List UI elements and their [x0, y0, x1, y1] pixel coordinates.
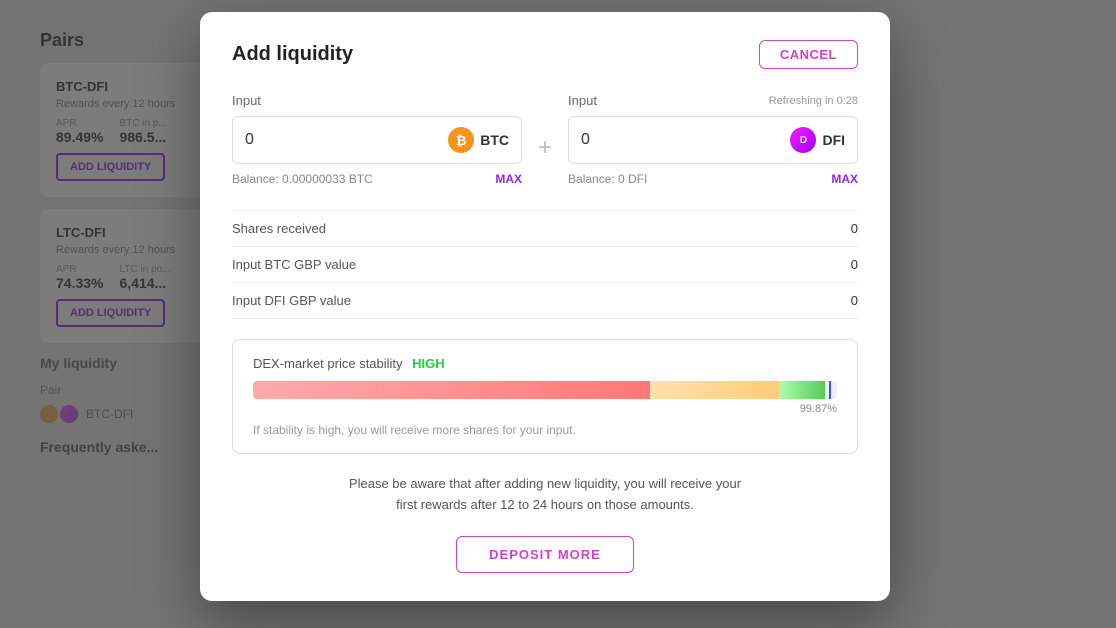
dfi-input-value[interactable]: 0 [581, 131, 590, 149]
dfi-token-label: DFI [822, 132, 845, 148]
stat-shares-label: Shares received [232, 221, 326, 236]
progress-yellow-segment [650, 381, 778, 399]
progress-red-segment [253, 381, 650, 399]
btc-balance-row: Balance: 0.00000033 BTC MAX [232, 172, 522, 186]
btc-token-badge: ₿ BTC [448, 127, 509, 153]
dfi-max-button[interactable]: MAX [831, 172, 858, 186]
stat-dfi-gbp-value: 0 [851, 293, 858, 308]
dfi-balance-label: Balance: 0 DFI [568, 172, 647, 186]
stat-shares-value: 0 [851, 221, 858, 236]
btc-token-label: BTC [480, 132, 509, 148]
dfi-balance-row: Balance: 0 DFI MAX [568, 172, 858, 186]
notice-text: Please be aware that after adding new li… [232, 474, 858, 516]
dfi-input-label: Input [568, 93, 597, 108]
stat-btc-gbp-label: Input BTC GBP value [232, 257, 356, 272]
stability-header: DEX-market price stability HIGH [253, 356, 837, 371]
btc-input-label-row: Input [232, 93, 522, 108]
dfi-token-badge: D DFI [790, 127, 845, 153]
stability-progress-bar [253, 381, 837, 399]
btc-input-label: Input [232, 93, 261, 108]
dfi-input-group: Input Refreshing in 0:28 0 D DFI Balance… [568, 93, 858, 186]
stability-box: DEX-market price stability HIGH 99.87% I… [232, 339, 858, 454]
dfi-input-box[interactable]: 0 D DFI [568, 116, 858, 164]
stability-note: If stability is high, you will receive m… [253, 423, 837, 437]
deposit-more-button[interactable]: DEPOSIT MORE [456, 536, 634, 573]
cancel-button[interactable]: CANCEL [759, 40, 858, 69]
stability-label: DEX-market price stability [253, 356, 403, 371]
btc-input-group: Input 0 ₿ BTC Balance: 0.00000033 BTC MA… [232, 93, 522, 186]
stat-row-btc-gbp: Input BTC GBP value 0 [232, 247, 858, 283]
stat-row-dfi-gbp: Input DFI GBP value 0 [232, 283, 858, 319]
progress-pct-label: 99.87% [253, 403, 837, 415]
add-liquidity-modal: Add liquidity CANCEL Input 0 ₿ BTC Balan… [200, 12, 890, 601]
refreshing-text: Refreshing in 0:28 [769, 95, 858, 107]
btc-max-button[interactable]: MAX [495, 172, 522, 186]
stats-section: Shares received 0 Input BTC GBP value 0 … [232, 210, 858, 319]
dfi-icon: D [790, 127, 816, 153]
progress-green-segment [779, 381, 826, 399]
input-row: Input 0 ₿ BTC Balance: 0.00000033 BTC MA… [232, 93, 858, 186]
plus-icon: + [538, 134, 552, 162]
stat-btc-gbp-value: 0 [851, 257, 858, 272]
btc-balance-label: Balance: 0.00000033 BTC [232, 172, 373, 186]
modal-title: Add liquidity [232, 43, 353, 66]
btc-input-box[interactable]: 0 ₿ BTC [232, 116, 522, 164]
stat-dfi-gbp-label: Input DFI GBP value [232, 293, 351, 308]
stability-status: HIGH [412, 356, 445, 371]
btc-icon: ₿ [448, 127, 474, 153]
dfi-input-label-row: Input Refreshing in 0:28 [568, 93, 858, 108]
stat-row-shares: Shares received 0 [232, 210, 858, 247]
progress-marker [829, 381, 831, 399]
modal-header: Add liquidity CANCEL [232, 40, 858, 69]
btc-input-value[interactable]: 0 [245, 131, 254, 149]
